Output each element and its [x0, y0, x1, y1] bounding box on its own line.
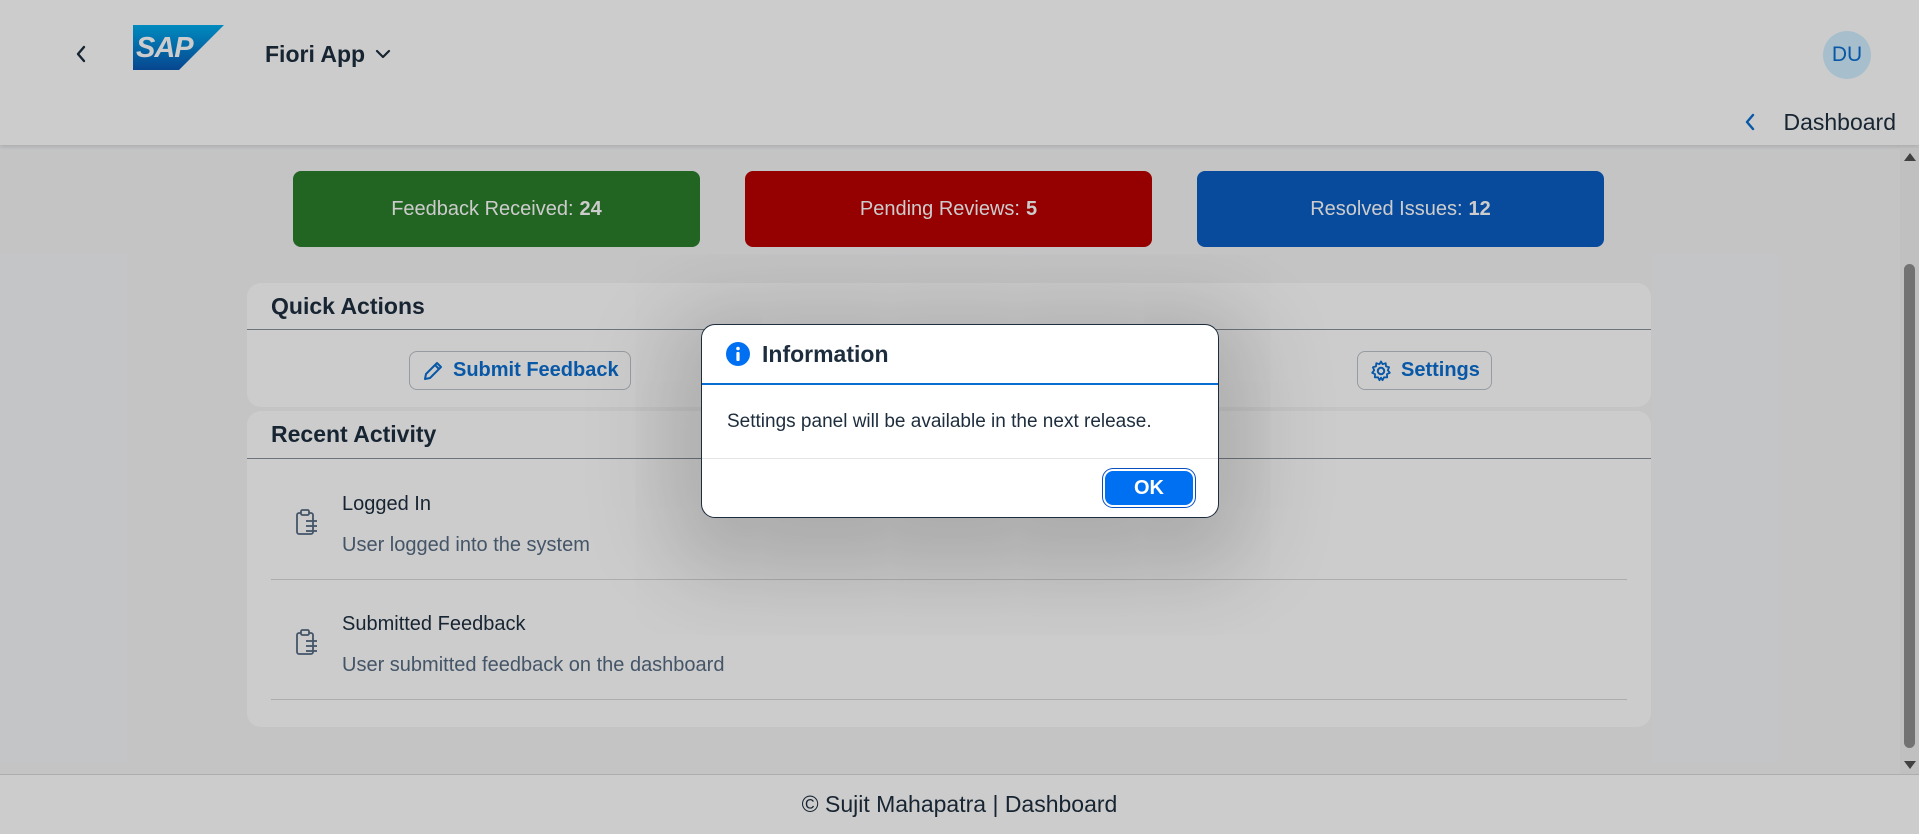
dialog-header: Information — [702, 325, 1218, 385]
ok-button[interactable]: OK — [1105, 471, 1193, 505]
information-dialog: Information Settings panel will be avail… — [701, 324, 1219, 518]
dialog-message: Settings panel will be available in the … — [702, 385, 1218, 459]
dialog-title: Information — [762, 340, 889, 367]
information-icon — [726, 342, 750, 366]
dialog-footer: OK — [702, 459, 1218, 517]
